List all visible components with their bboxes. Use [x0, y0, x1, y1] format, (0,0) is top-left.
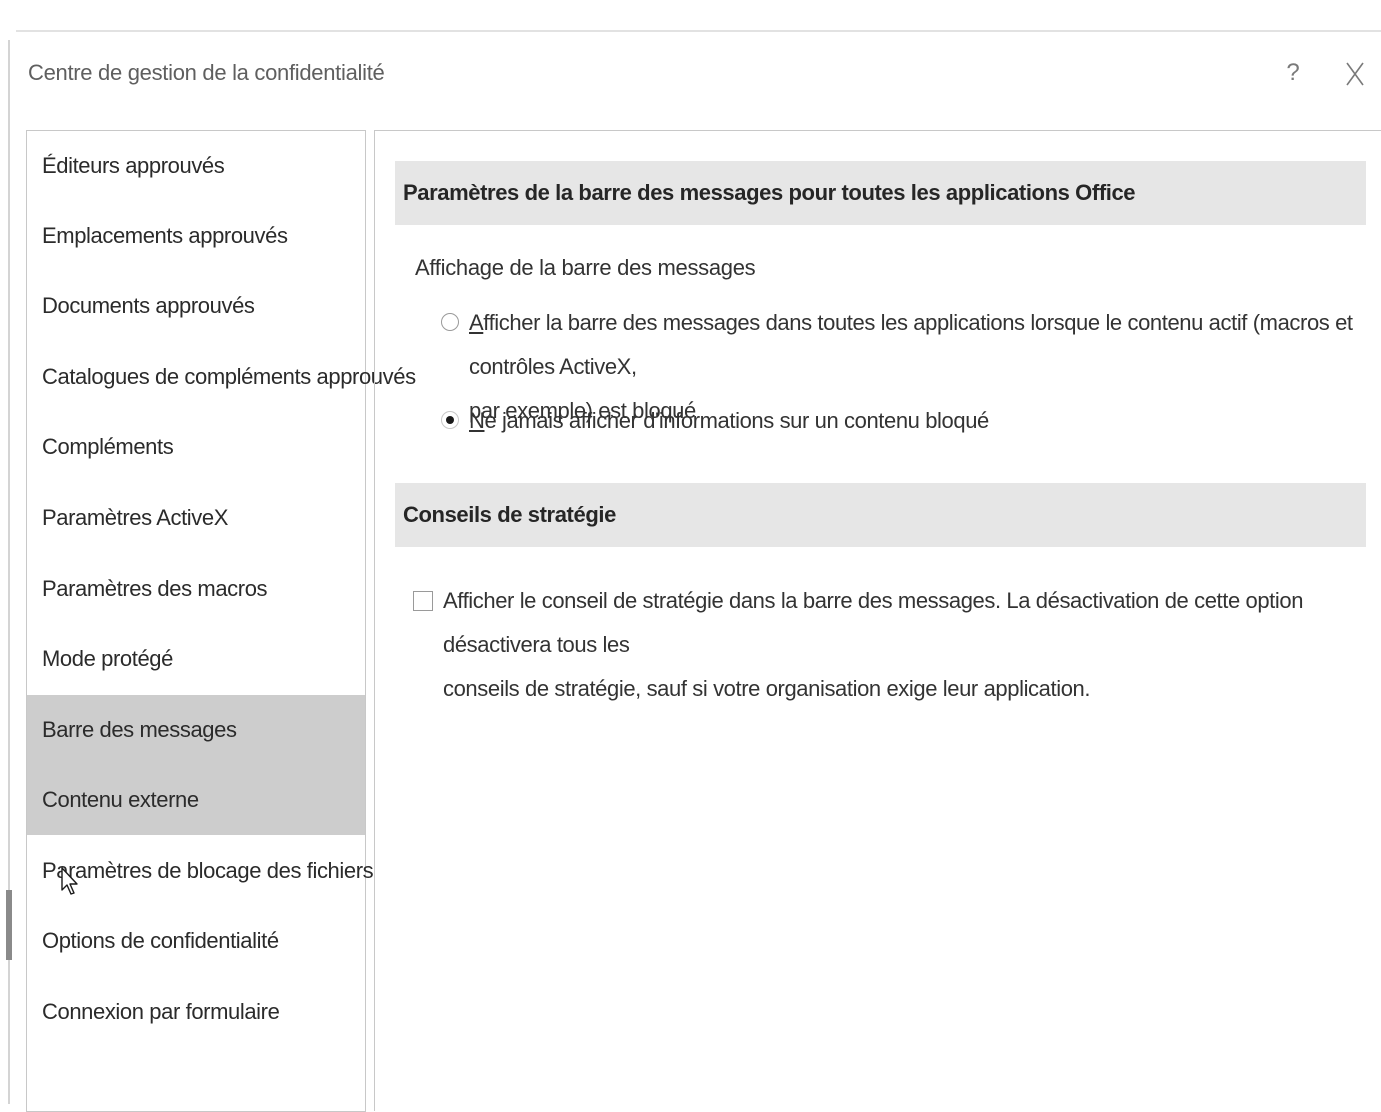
close-icon [1346, 62, 1364, 86]
background-window-strip [0, 0, 1381, 30]
close-button[interactable] [1338, 56, 1372, 90]
help-button[interactable]: ? [1278, 56, 1308, 90]
sidebar-item-protected-view[interactable]: Mode protégé [27, 624, 365, 694]
radio-label: Ne jamais afficher d'informations sur un… [469, 408, 989, 433]
background-scrollbar [6, 890, 12, 960]
sidebar-item-trusted-addin-catalogs[interactable]: Catalogues de compléments approuvés [27, 342, 416, 412]
background-window-divider [16, 30, 1381, 32]
sidebar-item-external-content[interactable]: Contenu externe [27, 765, 365, 835]
sidebar-item-trusted-documents[interactable]: Documents approuvés [27, 271, 365, 341]
trust-center-dialog: Centre de gestion de la confidentialité … [16, 34, 1381, 1112]
checkbox-label: Afficher le conseil de stratégie dans la… [443, 588, 1304, 701]
section-header-message-bar: Paramètres de la barre des messages pour… [395, 161, 1366, 225]
sidebar-item-trusted-locations[interactable]: Emplacements approuvés [27, 201, 365, 271]
dialog-titlebar: Centre de gestion de la confidentialité … [16, 34, 1381, 114]
checkbox-box[interactable] [413, 591, 433, 611]
radio-circle-checked[interactable] [441, 411, 459, 429]
dialog-title: Centre de gestion de la confidentialité [28, 60, 385, 85]
sidebar-item-privacy-options[interactable]: Options de confidentialité [27, 906, 365, 976]
category-sidebar: Éditeurs approuvés Emplacements approuvé… [26, 130, 416, 1112]
radio-circle[interactable] [441, 313, 459, 331]
sidebar-item-macro-settings[interactable]: Paramètres des macros [27, 554, 365, 624]
section-header-policy-tips: Conseils de stratégie [395, 483, 1366, 547]
sidebar-item-message-bar[interactable]: Barre des messages [27, 695, 365, 765]
message-bar-display-label: Affichage de la barre des messages [415, 255, 756, 280]
sidebar-item-trusted-publishers[interactable]: Éditeurs approuvés [27, 131, 365, 201]
radio-show-message-bar[interactable]: Afficher la barre des messages dans tout… [441, 301, 1361, 423]
radio-never-show-info[interactable]: Ne jamais afficher d'informations sur un… [441, 399, 1361, 443]
settings-panel: Paramètres de la barre des messages pour… [374, 130, 1381, 1111]
sidebar-item-activex-settings[interactable]: Paramètres ActiveX [27, 483, 365, 553]
sidebar-item-addins[interactable]: Compléments [27, 412, 365, 482]
mouse-pointer-icon [61, 867, 78, 895]
sidebar-item-form-based-signin[interactable]: Connexion par formulaire [27, 977, 365, 1047]
